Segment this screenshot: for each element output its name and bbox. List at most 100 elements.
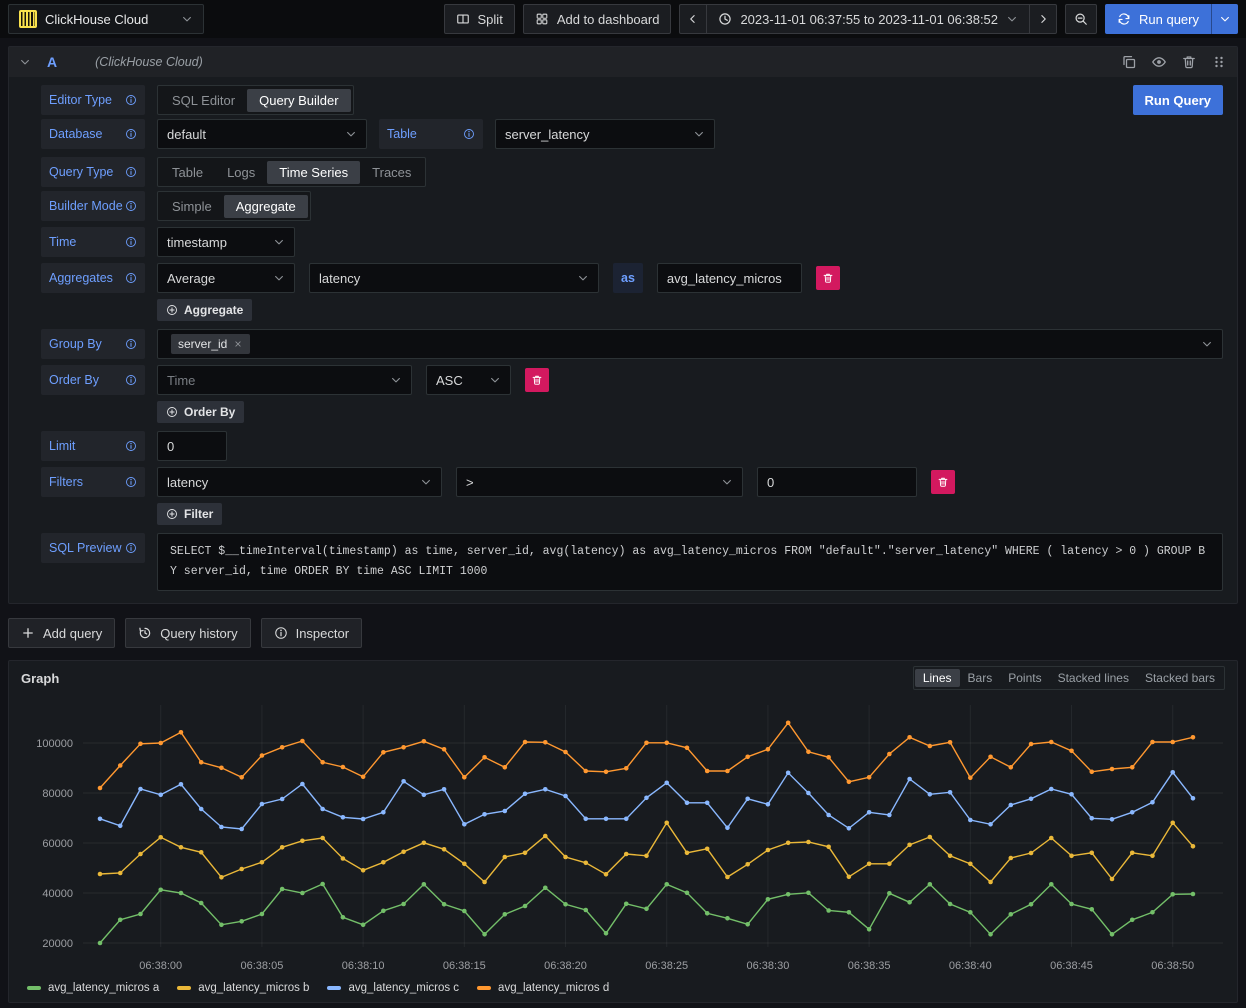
legend-label: avg_latency_micros c — [348, 982, 459, 994]
data-point — [199, 807, 204, 812]
option-query-builder[interactable]: Query Builder — [247, 89, 350, 112]
datasource-picker[interactable]: ClickHouse Cloud — [8, 4, 204, 34]
time-range-button[interactable]: 2023-11-01 06:37:55 to 2023-11-01 06:38:… — [706, 4, 1030, 34]
legend-item[interactable]: avg_latency_micros c — [327, 982, 459, 994]
data-point — [806, 791, 811, 796]
option-logs[interactable]: Logs — [215, 161, 267, 184]
filter-field-select[interactable]: latency — [157, 467, 442, 497]
data-point — [543, 787, 548, 792]
option-simple[interactable]: Simple — [160, 195, 224, 218]
aggregate-function-select[interactable]: Average — [157, 263, 295, 293]
info-icon[interactable] — [125, 200, 137, 212]
time-back-button[interactable] — [679, 4, 707, 34]
filter-value-input[interactable]: 0 — [757, 467, 917, 497]
delete-query-trash-icon[interactable] — [1181, 54, 1197, 70]
order-by-field-select[interactable]: Time — [157, 365, 412, 395]
data-point — [239, 827, 244, 832]
data-point — [118, 871, 123, 876]
limit-input[interactable]: 0 — [157, 431, 227, 461]
aggregate-alias-input[interactable]: avg_latency_micros — [657, 263, 802, 293]
clickhouse-logo-icon — [19, 10, 37, 28]
legend-item[interactable]: avg_latency_micros a — [27, 982, 159, 994]
data-point — [442, 847, 447, 852]
option-traces[interactable]: Traces — [360, 161, 423, 184]
remove-filter-button[interactable] — [931, 470, 955, 494]
database-select[interactable]: default — [157, 119, 367, 149]
data-point — [1130, 810, 1135, 815]
remove-order-by-button[interactable] — [525, 368, 549, 392]
sql-preview-label: SQL Preview — [41, 533, 145, 563]
collapse-chevron-icon[interactable] — [19, 56, 31, 68]
data-point — [948, 854, 953, 859]
hide-query-eye-icon[interactable] — [1151, 54, 1167, 70]
data-point — [381, 750, 386, 755]
data-point — [239, 867, 244, 872]
data-point — [766, 747, 771, 752]
time-forward-button[interactable] — [1029, 4, 1057, 34]
data-point — [543, 886, 548, 891]
info-icon[interactable] — [125, 166, 137, 178]
data-point — [300, 782, 305, 787]
info-icon[interactable] — [125, 94, 137, 106]
latency-chart[interactable]: 2000040000600008000010000006:38:0006:38:… — [17, 695, 1231, 977]
data-point — [887, 752, 892, 757]
option-time-series[interactable]: Time Series — [267, 161, 360, 184]
mode-points[interactable]: Points — [1000, 669, 1049, 687]
data-point — [948, 740, 953, 745]
option-table[interactable]: Table — [160, 161, 215, 184]
add-aggregate-button[interactable]: Aggregate — [157, 299, 252, 321]
duplicate-query-icon[interactable] — [1121, 54, 1137, 70]
option-aggregate[interactable]: Aggregate — [224, 195, 308, 218]
order-direction-select[interactable]: ASC — [426, 365, 511, 395]
info-icon[interactable] — [125, 272, 137, 284]
time-column-select[interactable]: timestamp — [157, 227, 295, 257]
table-select[interactable]: server_latency — [495, 119, 715, 149]
legend-item[interactable]: avg_latency_micros d — [477, 982, 609, 994]
drag-handle-icon[interactable] — [1211, 54, 1227, 70]
query-editor-panel: A (ClickHouse Cloud) Editor Type SQL Edi… — [8, 46, 1238, 604]
remove-tag-icon[interactable] — [233, 339, 243, 349]
top-toolbar: ClickHouse Cloud Split Add to dashboard … — [0, 0, 1246, 38]
info-icon[interactable] — [463, 128, 475, 140]
filter-operator-select[interactable]: > — [456, 467, 743, 497]
data-point — [422, 793, 427, 798]
info-icon[interactable] — [125, 440, 137, 452]
data-point — [1110, 932, 1115, 937]
panel-run-query-button[interactable]: Run Query — [1133, 85, 1223, 115]
data-point — [523, 740, 528, 745]
split-icon — [456, 12, 470, 26]
add-to-dashboard-button[interactable]: Add to dashboard — [523, 4, 672, 34]
info-icon[interactable] — [125, 374, 137, 386]
add-filter-button[interactable]: Filter — [157, 503, 222, 525]
info-icon[interactable] — [125, 128, 137, 140]
zoom-out-button[interactable] — [1065, 4, 1097, 34]
run-query-button[interactable]: Run query — [1105, 4, 1211, 34]
graph-panel: Graph Lines Bars Points Stacked lines St… — [8, 660, 1238, 1003]
aggregate-column-select[interactable]: latency — [309, 263, 599, 293]
mode-lines[interactable]: Lines — [915, 669, 960, 687]
query-history-button[interactable]: Query history — [125, 618, 250, 648]
data-point — [1029, 797, 1034, 802]
data-point — [361, 868, 366, 873]
data-point — [1150, 854, 1155, 859]
split-button[interactable]: Split — [444, 4, 515, 34]
mode-stacked-lines[interactable]: Stacked lines — [1050, 669, 1137, 687]
run-query-interval-dropdown[interactable] — [1211, 4, 1238, 34]
remove-aggregate-button[interactable] — [816, 266, 840, 290]
builder-mode-label: Builder Mode — [41, 191, 145, 221]
info-icon[interactable] — [125, 542, 137, 554]
info-icon[interactable] — [125, 338, 137, 350]
data-point — [806, 891, 811, 896]
option-sql-editor[interactable]: SQL Editor — [160, 89, 247, 112]
info-icon[interactable] — [125, 236, 137, 248]
mode-bars[interactable]: Bars — [960, 669, 1001, 687]
inspector-button[interactable]: Inspector — [261, 618, 362, 648]
add-query-button[interactable]: Add query — [8, 618, 115, 648]
group-by-multiselect[interactable]: server_id — [157, 329, 1223, 359]
info-icon[interactable] — [125, 476, 137, 488]
data-point — [725, 916, 730, 921]
mode-stacked-bars[interactable]: Stacked bars — [1137, 669, 1223, 687]
add-order-by-button[interactable]: Order By — [157, 401, 244, 423]
data-point — [1009, 912, 1014, 917]
legend-item[interactable]: avg_latency_micros b — [177, 982, 309, 994]
